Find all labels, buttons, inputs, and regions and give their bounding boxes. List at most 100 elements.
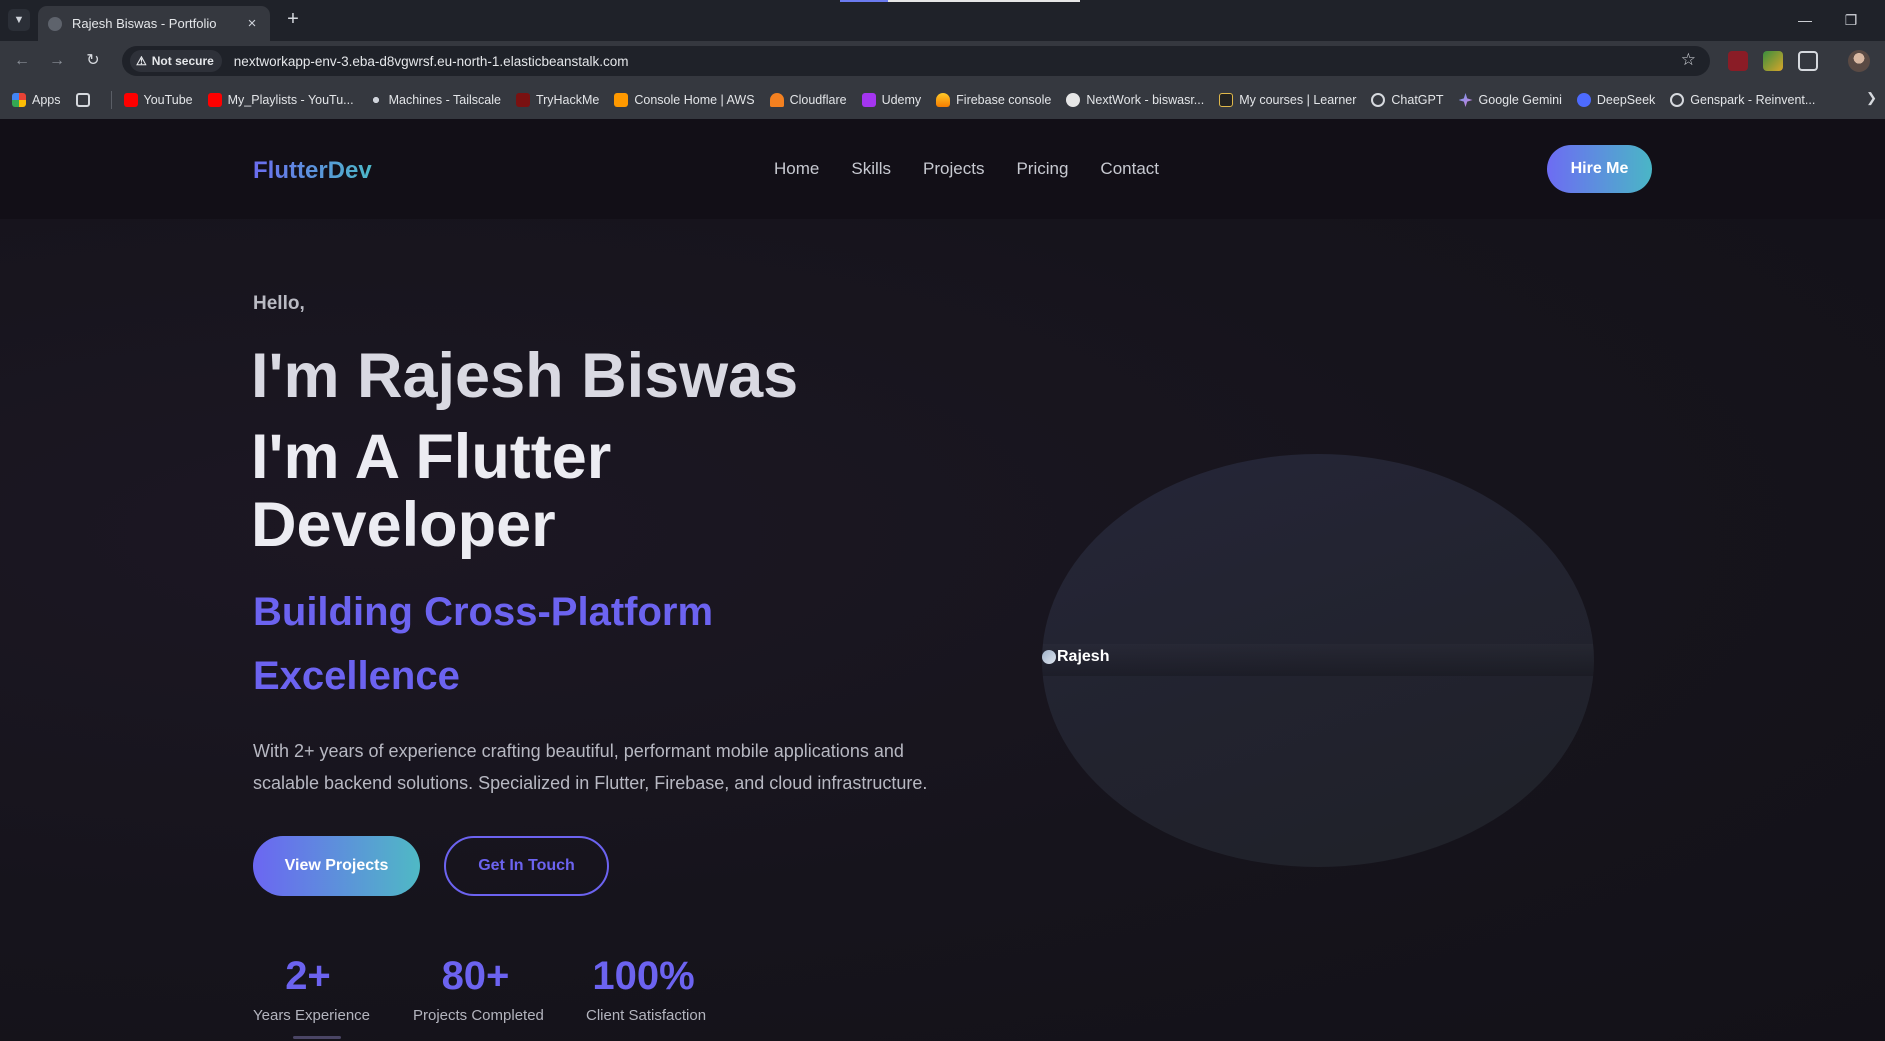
stat-label: Client Satisfaction: [586, 1007, 707, 1024]
bookmark-youtube[interactable]: YouTube: [123, 93, 193, 107]
aws-icon: [614, 93, 629, 107]
bookmark-label: Google Gemini: [1478, 93, 1562, 107]
bookmark-chatgpt[interactable]: ChatGPT: [1371, 93, 1444, 107]
bookmark-aws[interactable]: Console Home | AWS: [614, 93, 755, 107]
profile-image: Rajesh: [1042, 648, 1109, 666]
bookmark-tailscale[interactable]: Machines - Tailscale: [368, 93, 501, 107]
bookmark-label: YouTube: [143, 93, 193, 107]
stat-value: 2+: [285, 954, 331, 998]
restore-icon[interactable]: ❐: [1839, 8, 1863, 32]
bookmark-label: My courses | Learner: [1239, 93, 1357, 107]
grid-icon: [75, 93, 90, 107]
learner-icon: [1219, 93, 1234, 107]
browser-tab[interactable]: Rajesh Biswas - Portfolio ×: [38, 6, 270, 41]
bookmark-genspark[interactable]: Genspark - Reinvent...: [1670, 93, 1815, 107]
bookmarks-bar: Apps YouTube My_Playlists - YouTu... Mac…: [0, 81, 1885, 119]
browser-toolbar: ← → ↻ ⚠ Not secure nextworkapp-env-3.eba…: [0, 41, 1885, 81]
hero-greeting: Hello,: [253, 293, 305, 314]
bookmark-label: Machines - Tailscale: [388, 93, 501, 107]
bookmark-udemy[interactable]: Udemy: [861, 93, 921, 107]
address-bar[interactable]: ⚠ Not secure nextworkapp-env-3.eba-d8vgw…: [122, 46, 1710, 76]
profile-image-frame: [1042, 454, 1594, 867]
extension-icon[interactable]: [1728, 51, 1748, 71]
bookmark-courses[interactable]: My courses | Learner: [1219, 93, 1356, 107]
bookmark-cloudflare[interactable]: Cloudflare: [769, 93, 847, 107]
get-in-touch-button[interactable]: Get In Touch: [444, 836, 609, 896]
youtube-icon: [207, 93, 222, 107]
broken-image-icon: [1042, 650, 1056, 664]
hero-description: With 2+ years of experience crafting bea…: [253, 741, 928, 793]
bookmark-grid[interactable]: [75, 93, 96, 107]
bookmark-label: Console Home | AWS: [634, 93, 755, 107]
warning-icon: ⚠: [136, 54, 147, 68]
bookmarks-overflow-icon[interactable]: ❯: [1866, 90, 1877, 106]
globe-icon: [48, 16, 62, 31]
nav-skills[interactable]: Skills: [851, 159, 891, 179]
portfolio-page: FlutterDev Home Skills Projects Pricing …: [0, 119, 1885, 1041]
site-logo[interactable]: FlutterDev: [253, 157, 372, 185]
loading-strip-progress: [840, 0, 888, 2]
new-tab-icon[interactable]: +: [282, 9, 304, 31]
bookmark-label: TryHackMe: [535, 93, 600, 107]
extensions-puzzle-icon[interactable]: [1798, 51, 1818, 71]
bookmark-separator: [110, 91, 112, 109]
bookmark-tryhackme[interactable]: TryHackMe: [515, 93, 600, 107]
security-chip[interactable]: ⚠ Not secure: [130, 50, 222, 72]
minimize-icon[interactable]: —: [1793, 8, 1817, 32]
bookmark-label: Cloudflare: [789, 93, 847, 107]
firebase-icon: [936, 93, 951, 107]
stat-underline: [293, 1036, 341, 1039]
profile-avatar[interactable]: [1848, 50, 1870, 72]
bookmark-label: Genspark - Reinvent...: [1690, 93, 1816, 107]
main-nav: Home Skills Projects Pricing Contact: [774, 159, 1191, 179]
bookmark-label: My_Playlists - YouTu...: [227, 93, 354, 107]
nav-pricing[interactable]: Pricing: [1016, 159, 1068, 179]
nextwork-icon: [1066, 93, 1081, 107]
bookmark-label: Firebase console: [956, 93, 1052, 107]
tailscale-icon: [368, 93, 383, 107]
genspark-icon: [1670, 93, 1685, 107]
bookmark-playlists[interactable]: My_Playlists - YouTu...: [207, 93, 354, 107]
bookmark-star-icon[interactable]: ☆: [1681, 50, 1696, 70]
security-label: Not secure: [151, 54, 214, 68]
hire-me-button[interactable]: Hire Me: [1547, 145, 1652, 193]
extension-icon[interactable]: [1763, 51, 1783, 71]
tryhackme-icon: [515, 93, 530, 107]
forward-icon[interactable]: →: [45, 49, 69, 73]
bookmark-firebase[interactable]: Firebase console: [936, 93, 1051, 107]
stat-value: 80+: [441, 954, 510, 998]
bookmark-deepseek[interactable]: DeepSeek: [1576, 93, 1656, 107]
bookmark-label: DeepSeek: [1596, 93, 1656, 107]
bookmark-gemini[interactable]: Google Gemini: [1458, 93, 1562, 107]
stat-value: 100%: [592, 954, 695, 998]
tab-search-icon[interactable]: ▼: [8, 9, 30, 31]
gemini-icon: [1458, 93, 1473, 107]
nav-home[interactable]: Home: [774, 159, 819, 179]
nav-projects[interactable]: Projects: [923, 159, 984, 179]
back-icon[interactable]: ←: [10, 49, 34, 73]
reload-icon[interactable]: ↻: [81, 49, 105, 73]
chatgpt-icon: [1371, 93, 1386, 107]
bookmark-apps[interactable]: Apps: [12, 93, 61, 107]
nav-contact[interactable]: Contact: [1100, 159, 1159, 179]
deepseek-icon: [1576, 93, 1591, 107]
bookmark-label: NextWork - biswasr...: [1086, 93, 1205, 107]
tab-title: Rajesh Biswas - Portfolio: [72, 16, 217, 31]
browser-tab-bar: ▼ Rajesh Biswas - Portfolio × + — ❐: [0, 0, 1885, 41]
youtube-icon: [123, 93, 138, 107]
cloudflare-icon: [769, 93, 784, 107]
url-text: nextworkapp-env-3.eba-d8vgwrsf.eu-north-…: [233, 53, 629, 69]
bookmark-label: Apps: [32, 93, 61, 107]
stat-satisfaction: 100% Client Satisfaction: [586, 951, 707, 1024]
frame-highlight: [1042, 644, 1594, 676]
stat-label: Projects Completed: [413, 1007, 544, 1024]
bookmark-label: ChatGPT: [1391, 93, 1444, 107]
stat-projects: 80+ Projects Completed: [413, 951, 544, 1024]
view-projects-button[interactable]: View Projects: [253, 836, 420, 896]
profile-image-alt: Rajesh: [1057, 648, 1110, 665]
close-tab-icon[interactable]: ×: [244, 15, 260, 32]
udemy-icon: [861, 93, 876, 107]
apps-grid-icon: [12, 93, 26, 107]
hero-name: I'm Rajesh Biswas: [251, 341, 799, 411]
bookmark-nextwork[interactable]: NextWork - biswasr...: [1066, 93, 1204, 107]
